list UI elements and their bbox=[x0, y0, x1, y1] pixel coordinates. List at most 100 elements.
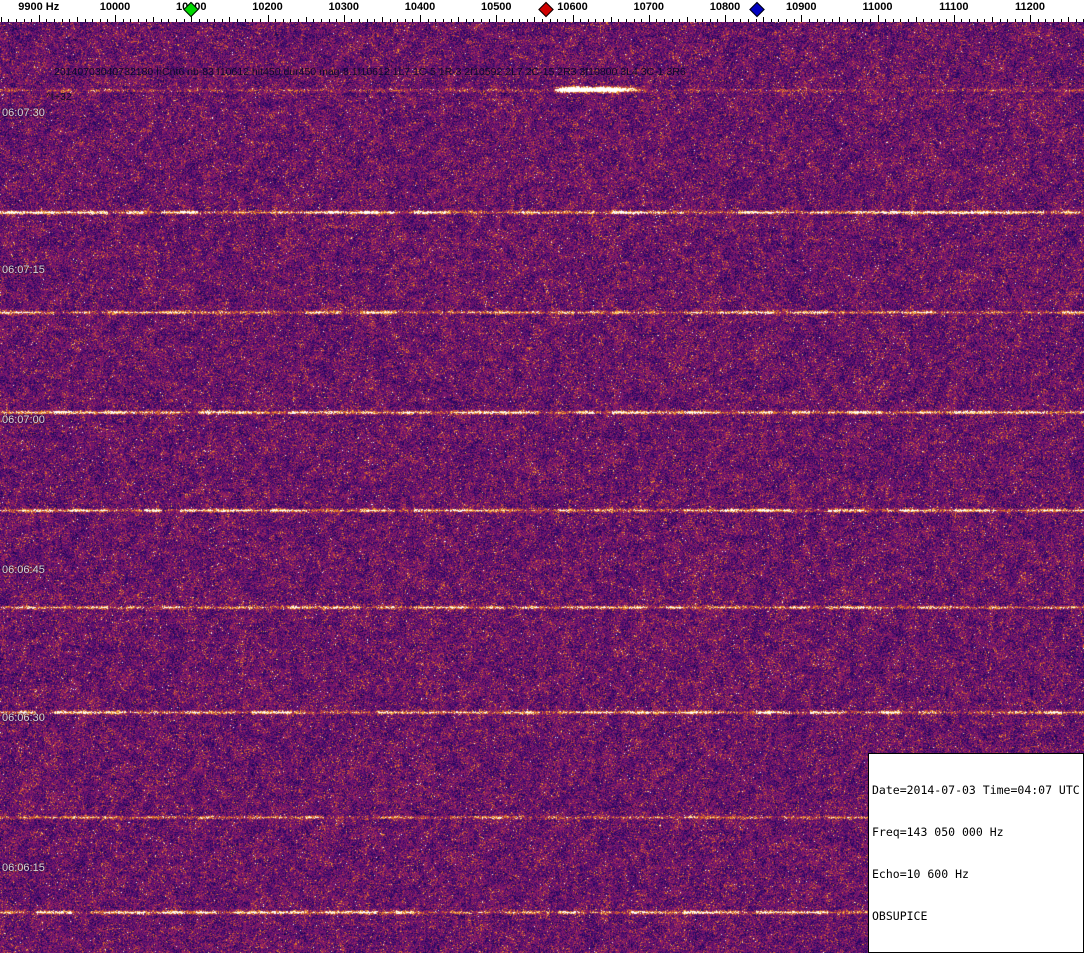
freq-axis-tick bbox=[862, 19, 864, 22]
freq-axis-tick bbox=[930, 19, 932, 22]
freq-axis-tick bbox=[427, 19, 429, 22]
freq-axis-tick bbox=[991, 17, 993, 22]
freq-axis-tick bbox=[389, 19, 391, 22]
freq-axis-tick bbox=[244, 19, 246, 22]
frequency-axis: 9900 Hz100001010010200103001040010500106… bbox=[0, 0, 1084, 22]
freq-axis-tick bbox=[290, 19, 292, 22]
freq-axis-tick bbox=[847, 19, 848, 22]
freq-axis-tick bbox=[343, 15, 345, 22]
info-date-time: Date=2014-07-03 Time=04:07 UTC bbox=[872, 783, 1080, 797]
freq-tick-label: 10400 bbox=[404, 1, 436, 13]
freq-tick-label: 10900 bbox=[785, 1, 817, 13]
freq-axis-tick bbox=[359, 19, 360, 22]
freq-axis-tick bbox=[305, 17, 307, 22]
freq-axis-tick bbox=[999, 19, 1001, 22]
freq-axis-tick bbox=[76, 17, 78, 22]
freq-axis-tick bbox=[206, 19, 208, 22]
blue-frequency-marker[interactable] bbox=[749, 1, 765, 18]
freq-axis-tick bbox=[1030, 15, 1031, 22]
freq-tick-label: 10500 bbox=[480, 1, 512, 13]
freq-axis-tick bbox=[115, 15, 116, 22]
freq-tick-label: 10700 bbox=[633, 1, 665, 13]
freq-axis-tick bbox=[511, 19, 513, 22]
freq-axis-tick bbox=[214, 19, 216, 22]
freq-axis-tick bbox=[633, 19, 635, 22]
freq-axis-tick bbox=[351, 19, 353, 22]
freq-axis-tick bbox=[625, 19, 627, 22]
freq-axis-tick bbox=[450, 19, 452, 22]
freq-axis-tick bbox=[908, 19, 909, 22]
freq-axis-tick bbox=[526, 19, 528, 22]
freq-axis-tick bbox=[946, 19, 948, 22]
freq-axis-tick bbox=[435, 19, 437, 22]
freq-tick-label: 11200 bbox=[1015, 1, 1045, 13]
freq-axis-tick bbox=[1045, 19, 1047, 22]
freq-axis-tick bbox=[892, 19, 894, 22]
freq-tick-label: 9900 Hz bbox=[18, 1, 60, 13]
freq-axis-tick bbox=[38, 15, 40, 22]
freq-axis-tick bbox=[46, 19, 48, 22]
time-offset-annotation: ^t+32 bbox=[46, 91, 72, 103]
freq-axis-tick bbox=[1022, 19, 1024, 22]
freq-tick-label: 11000 bbox=[862, 1, 893, 13]
freq-axis-tick bbox=[801, 15, 803, 22]
freq-axis-tick bbox=[503, 19, 505, 22]
red-frequency-marker[interactable] bbox=[538, 1, 554, 18]
freq-axis-tick bbox=[656, 19, 658, 22]
freq-axis-tick bbox=[824, 19, 826, 22]
freq-axis-tick bbox=[786, 19, 787, 22]
freq-axis-tick bbox=[153, 17, 155, 22]
status-info-box: Date=2014-07-03 Time=04:07 UTC Freq=143 … bbox=[868, 753, 1084, 953]
freq-axis-tick bbox=[694, 19, 696, 22]
freq-axis-tick bbox=[938, 19, 940, 22]
freq-axis-tick bbox=[709, 19, 711, 22]
freq-axis-tick bbox=[92, 19, 94, 22]
freq-axis-tick bbox=[763, 17, 765, 22]
freq-tick-label: 10800 bbox=[709, 1, 741, 13]
freq-axis-tick bbox=[84, 19, 86, 22]
freq-axis-tick bbox=[580, 19, 582, 22]
freq-tick-label: 10300 bbox=[328, 1, 360, 13]
freq-axis-tick bbox=[534, 17, 536, 22]
freq-axis-tick bbox=[198, 19, 200, 22]
freq-axis-tick bbox=[869, 19, 871, 22]
freq-axis-tick bbox=[610, 17, 612, 22]
freq-axis-tick bbox=[328, 19, 330, 22]
freq-axis-tick bbox=[397, 19, 399, 22]
freq-axis-tick bbox=[496, 15, 498, 22]
freq-axis-tick bbox=[381, 17, 383, 22]
freq-axis-tick bbox=[816, 19, 818, 22]
freq-axis-tick bbox=[831, 19, 833, 22]
freq-axis-tick bbox=[252, 19, 254, 22]
freq-axis-tick bbox=[282, 19, 284, 22]
freq-axis-tick bbox=[420, 15, 421, 22]
freq-axis-tick bbox=[778, 19, 780, 22]
freq-axis-tick bbox=[160, 19, 162, 22]
freq-axis-tick bbox=[1014, 19, 1016, 22]
freq-axis-tick bbox=[900, 19, 902, 22]
freq-axis-tick bbox=[229, 17, 231, 22]
freq-axis-tick bbox=[747, 19, 749, 22]
freq-axis-tick bbox=[587, 19, 589, 22]
freq-axis-tick bbox=[275, 19, 277, 22]
freq-axis-tick bbox=[595, 19, 597, 22]
freq-tick-label: 10000 bbox=[99, 1, 131, 13]
freq-axis-tick bbox=[740, 19, 742, 22]
freq-axis-tick bbox=[54, 19, 55, 22]
freq-axis-tick bbox=[31, 19, 33, 22]
freq-axis-tick bbox=[618, 19, 620, 22]
freq-axis-tick bbox=[953, 15, 955, 22]
freq-axis-tick bbox=[15, 19, 17, 22]
freq-axis-tick bbox=[641, 19, 643, 22]
freq-axis-tick bbox=[473, 19, 475, 22]
freq-axis-tick bbox=[130, 19, 132, 22]
spectrogram-app: 9900 Hz100001010010200103001040010500106… bbox=[0, 0, 1084, 953]
freq-axis-tick bbox=[732, 19, 734, 22]
freq-axis-tick bbox=[298, 19, 299, 22]
freq-axis-tick bbox=[664, 19, 665, 22]
freq-axis-tick bbox=[877, 15, 879, 22]
freq-axis-tick bbox=[1037, 19, 1039, 22]
freq-axis-tick bbox=[915, 17, 917, 22]
freq-axis-tick bbox=[770, 19, 772, 22]
freq-axis-tick bbox=[221, 19, 223, 22]
